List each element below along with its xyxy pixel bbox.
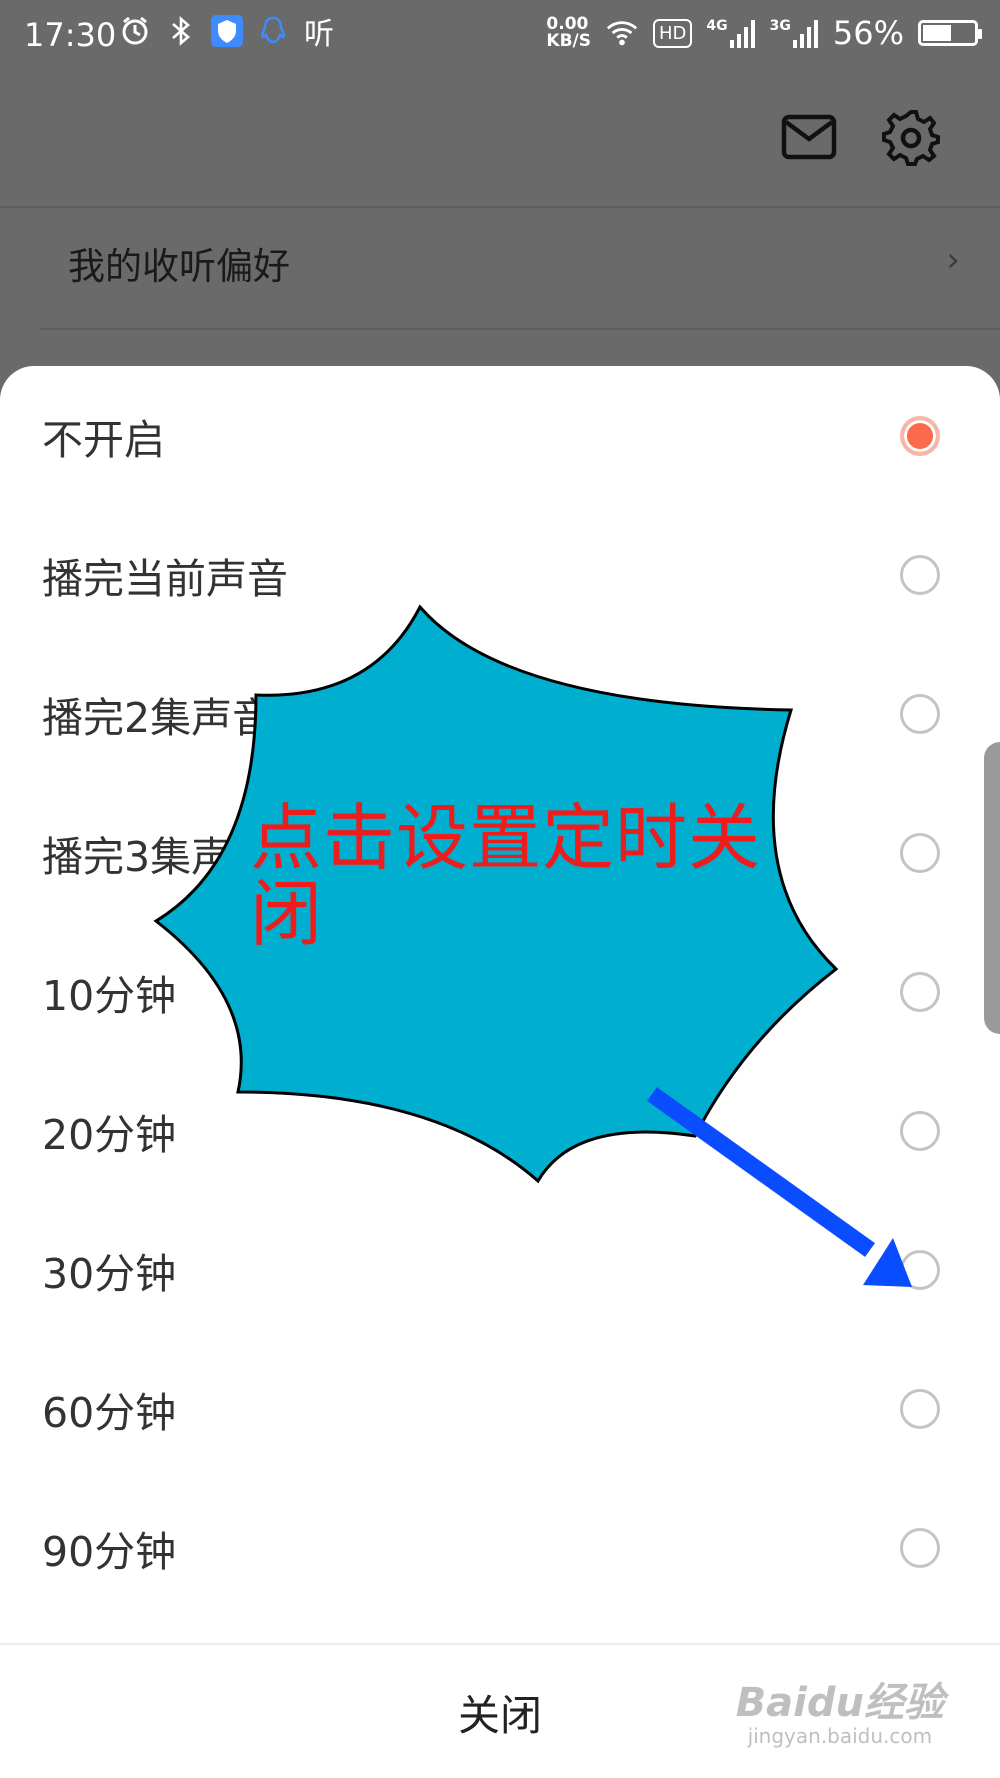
battery-fill bbox=[923, 25, 951, 41]
timer-option-label: 播完2集声音 bbox=[42, 693, 274, 742]
timer-option-label: 90分钟 bbox=[42, 1527, 177, 1576]
sheet-divider bbox=[0, 1643, 1000, 1645]
radio-button[interactable] bbox=[900, 832, 940, 873]
qq-icon bbox=[256, 14, 290, 48]
timer-option[interactable]: 播完2集声音 bbox=[0, 644, 1000, 783]
radio-button[interactable] bbox=[900, 1388, 940, 1429]
radio-button[interactable] bbox=[900, 693, 940, 734]
listening-preference-row[interactable]: 我的收听偏好 bbox=[68, 236, 290, 290]
bluetooth-icon bbox=[164, 14, 198, 48]
scrollbar-handle[interactable] bbox=[984, 742, 1000, 1034]
signal-3g-label: 3G bbox=[769, 18, 791, 34]
header-divider bbox=[0, 206, 1000, 208]
signal-bars-icon bbox=[729, 20, 755, 48]
timer-option-label: 播完当前声音 bbox=[42, 554, 288, 603]
mail-icon[interactable] bbox=[780, 108, 838, 166]
radio-button[interactable] bbox=[900, 1249, 940, 1290]
signal-4g-label: 4G bbox=[706, 18, 728, 34]
wifi-icon bbox=[605, 16, 639, 50]
timer-option[interactable]: 20分钟 bbox=[0, 1061, 1000, 1200]
battery-percent: 56% bbox=[832, 14, 904, 52]
status-system-indicators: 0.00 KB/S HD 4G 3G 56% bbox=[546, 14, 982, 52]
shield-icon bbox=[210, 14, 244, 48]
signal-3g-indicator: 3G bbox=[770, 18, 819, 48]
signal-bars-icon bbox=[792, 20, 818, 48]
header-actions bbox=[780, 108, 940, 166]
radio-button[interactable] bbox=[900, 554, 940, 595]
preference-divider bbox=[40, 328, 1000, 330]
timer-option-label: 60分钟 bbox=[42, 1388, 177, 1437]
radio-button[interactable] bbox=[900, 971, 940, 1012]
hd-indicator: HD bbox=[653, 18, 693, 48]
alarm-icon bbox=[118, 14, 152, 48]
timer-option-label: 20分钟 bbox=[42, 1110, 177, 1159]
baidu-watermark: Baidu经验 jingyan.baidu.com bbox=[736, 1682, 944, 1748]
timer-option[interactable]: 不开启 bbox=[0, 366, 1000, 505]
sleep-timer-sheet: 不开启 播完当前声音 播完2集声音 播完3集声音 10分钟 20分钟 30分钟 … bbox=[0, 366, 1000, 1778]
timer-option[interactable]: 90分钟 bbox=[0, 1478, 1000, 1617]
status-time: 17:30 bbox=[24, 16, 117, 54]
status-notification-icons: 听 bbox=[118, 14, 336, 52]
timer-option[interactable]: 播完当前声音 bbox=[0, 505, 1000, 644]
watermark-url: jingyan.baidu.com bbox=[747, 1724, 933, 1748]
timer-option[interactable]: 30分钟 bbox=[0, 1200, 1000, 1339]
timer-option[interactable]: 60分钟 bbox=[0, 1339, 1000, 1478]
radio-button[interactable] bbox=[900, 1110, 940, 1151]
network-speed-unit: KB/S bbox=[546, 31, 591, 51]
timer-option-label: 30分钟 bbox=[42, 1249, 177, 1298]
status-bar: 17:30 听 0.00 KB/S HD 4G 3G 56% bbox=[0, 0, 1000, 72]
gear-icon[interactable] bbox=[882, 108, 940, 166]
timer-option-label: 10分钟 bbox=[42, 971, 177, 1020]
signal-4g-indicator: 4G bbox=[706, 18, 755, 48]
timer-option-label: 不开启 bbox=[42, 415, 165, 464]
network-speed: 0.00 KB/S bbox=[546, 16, 591, 50]
radio-button[interactable] bbox=[900, 1527, 940, 1568]
annotation-text: 点击设置定时关闭 bbox=[250, 796, 762, 956]
battery-icon bbox=[918, 20, 982, 46]
chevron-right-icon: › bbox=[946, 240, 960, 280]
timer-option-label: 播完3集声音 bbox=[42, 832, 274, 881]
ting-app-icon: 听 bbox=[304, 17, 334, 52]
radio-button[interactable] bbox=[900, 415, 940, 456]
watermark-logo: Baidu经验 bbox=[735, 1680, 944, 1726]
